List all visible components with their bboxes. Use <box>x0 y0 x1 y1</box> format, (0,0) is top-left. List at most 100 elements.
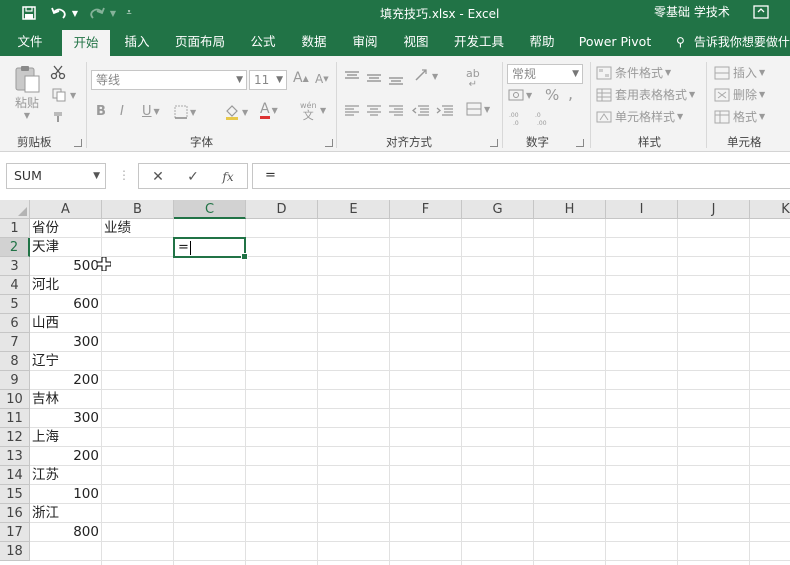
cell-a16[interactable]: 浙江 <box>32 504 101 523</box>
cell-a4[interactable]: 河北 <box>32 276 101 295</box>
grow-font-button[interactable]: A ▲ <box>293 70 309 86</box>
row-header-12[interactable]: 12 <box>0 428 30 447</box>
cell-a14[interactable]: 江苏 <box>32 466 101 485</box>
cell-a11[interactable]: 300 <box>32 409 101 428</box>
tab-review[interactable]: 审阅 <box>345 28 385 56</box>
row-header-6[interactable]: 6 <box>0 314 30 333</box>
clipboard-launcher-icon[interactable] <box>74 139 82 147</box>
middle-align-button[interactable] <box>366 72 382 84</box>
column-header-h[interactable]: H <box>534 200 606 219</box>
cell-a2[interactable]: 天津 <box>32 238 101 257</box>
column-header-f[interactable]: F <box>390 200 462 219</box>
tab-view[interactable]: 视图 <box>396 28 436 56</box>
format-painter-button[interactable] <box>52 110 68 124</box>
tab-developer[interactable]: 开发工具 <box>448 28 510 56</box>
align-left-button[interactable] <box>344 104 360 116</box>
underline-button[interactable]: U ▼ <box>142 104 160 119</box>
confirm-entry-icon[interactable]: ✓ <box>182 167 204 187</box>
cut-button[interactable] <box>50 64 66 80</box>
percent-button[interactable]: % <box>545 86 559 104</box>
cell-a13[interactable]: 200 <box>32 447 101 466</box>
tab-data[interactable]: 数据 <box>294 28 334 56</box>
formula-bar-splitter-icon[interactable]: ⋮ <box>118 168 130 182</box>
row-header-4[interactable]: 4 <box>0 276 30 295</box>
tab-insert[interactable]: 插入 <box>116 28 158 56</box>
row-header-15[interactable]: 15 <box>0 485 30 504</box>
save-icon[interactable] <box>18 3 40 23</box>
align-right-button[interactable] <box>388 104 404 116</box>
borders-button[interactable]: ▼ <box>174 105 196 119</box>
font-launcher-icon[interactable] <box>325 139 333 147</box>
font-color-button[interactable]: A ▼ <box>260 102 278 119</box>
comma-button[interactable]: , <box>568 84 573 103</box>
merge-center-button[interactable]: ▼ <box>466 102 490 116</box>
shrink-font-button[interactable]: A ▼ <box>315 72 329 86</box>
top-align-button[interactable] <box>344 70 360 82</box>
delete-cells-button[interactable]: 删除 ▼ <box>714 86 765 103</box>
conditional-formatting-button[interactable]: 条件格式 ▼ <box>596 64 671 81</box>
tab-home[interactable]: 开始 <box>62 30 110 56</box>
number-format-combo[interactable]: 常规 ▼ <box>507 64 583 84</box>
copy-button[interactable]: ▼ <box>52 88 76 102</box>
tell-me-box[interactable]: ⚲ 告诉我你想要做什 <box>676 28 790 56</box>
font-name-combo[interactable]: 等线 ▼ <box>91 70 247 90</box>
tab-power-pivot[interactable]: Power Pivot <box>574 28 656 56</box>
select-all-button[interactable] <box>0 200 30 219</box>
wrap-text-button[interactable]: ab ↵ <box>466 68 480 90</box>
tab-page-layout[interactable]: 页面布局 <box>170 28 230 56</box>
accounting-format-button[interactable]: ▼ <box>508 88 532 102</box>
column-header-k[interactable]: K <box>750 200 790 219</box>
italic-button[interactable]: I <box>120 104 124 119</box>
user-name[interactable]: 零基础 学技术 <box>654 3 730 20</box>
row-header-13[interactable]: 13 <box>0 447 30 466</box>
worksheet-grid[interactable]: A B C D E F G H I J K 1 2 3 4 5 6 7 8 9 10 11 12 13 14 15 16 17 18 省份… <box>0 200 790 565</box>
tab-help[interactable]: 帮助 <box>522 28 562 56</box>
column-header-j[interactable]: J <box>678 200 750 219</box>
column-header-g[interactable]: G <box>462 200 534 219</box>
row-header-18[interactable]: 18 <box>0 542 30 561</box>
phonetic-button[interactable]: wén 文 <box>300 101 317 121</box>
increase-indent-button[interactable] <box>436 104 454 116</box>
column-header-a[interactable]: A <box>30 200 102 219</box>
bold-button[interactable]: B <box>96 104 106 119</box>
cancel-entry-icon[interactable]: ✕ <box>147 167 169 187</box>
tab-formulas[interactable]: 公式 <box>243 28 283 56</box>
active-cell-editor[interactable]: = <box>178 239 191 256</box>
number-launcher-icon[interactable] <box>576 139 584 147</box>
row-header-8[interactable]: 8 <box>0 352 30 371</box>
cell-a6[interactable]: 山西 <box>32 314 101 333</box>
name-box[interactable]: SUM ▼ <box>6 163 106 189</box>
ribbon-display-icon[interactable] <box>752 4 772 22</box>
tab-file[interactable]: 文件 <box>10 28 50 56</box>
cell-a10[interactable]: 吉林 <box>32 390 101 409</box>
row-header-14[interactable]: 14 <box>0 466 30 485</box>
cell-a1[interactable]: 省份 <box>32 219 101 238</box>
phonetic-dropdown-icon[interactable]: ▼ <box>320 106 326 115</box>
redo-dropdown-icon[interactable]: ▼ <box>108 3 118 23</box>
cell-a3[interactable]: 500 <box>32 257 101 276</box>
insert-cells-button[interactable]: 插入 ▼ <box>714 64 765 81</box>
font-size-combo[interactable]: 11 ▼ <box>249 70 287 90</box>
redo-icon[interactable] <box>86 3 108 23</box>
cell-a15[interactable]: 100 <box>32 485 101 504</box>
column-header-e[interactable]: E <box>318 200 390 219</box>
column-header-d[interactable]: D <box>246 200 318 219</box>
column-header-b[interactable]: B <box>102 200 174 219</box>
cell-a8[interactable]: 辽宁 <box>32 352 101 371</box>
align-center-button[interactable] <box>366 104 382 116</box>
cell-a5[interactable]: 600 <box>32 295 101 314</box>
increase-decimal-button[interactable]: .00.0 <box>508 110 526 126</box>
format-as-table-button[interactable]: 套用表格格式 ▼ <box>596 86 695 103</box>
undo-dropdown-icon[interactable]: ▼ <box>70 3 80 23</box>
bottom-align-button[interactable] <box>388 74 404 86</box>
row-header-16[interactable]: 16 <box>0 504 30 523</box>
column-header-c[interactable]: C <box>174 200 246 219</box>
column-header-i[interactable]: I <box>606 200 678 219</box>
row-header-9[interactable]: 9 <box>0 371 30 390</box>
fill-color-button[interactable]: ▼ <box>224 104 248 120</box>
cell-styles-button[interactable]: 单元格样式 ▼ <box>596 108 683 125</box>
cell-a17[interactable]: 800 <box>32 523 101 542</box>
row-header-3[interactable]: 3 <box>0 257 30 276</box>
cell-a9[interactable]: 200 <box>32 371 101 390</box>
row-header-1[interactable]: 1 <box>0 219 30 238</box>
